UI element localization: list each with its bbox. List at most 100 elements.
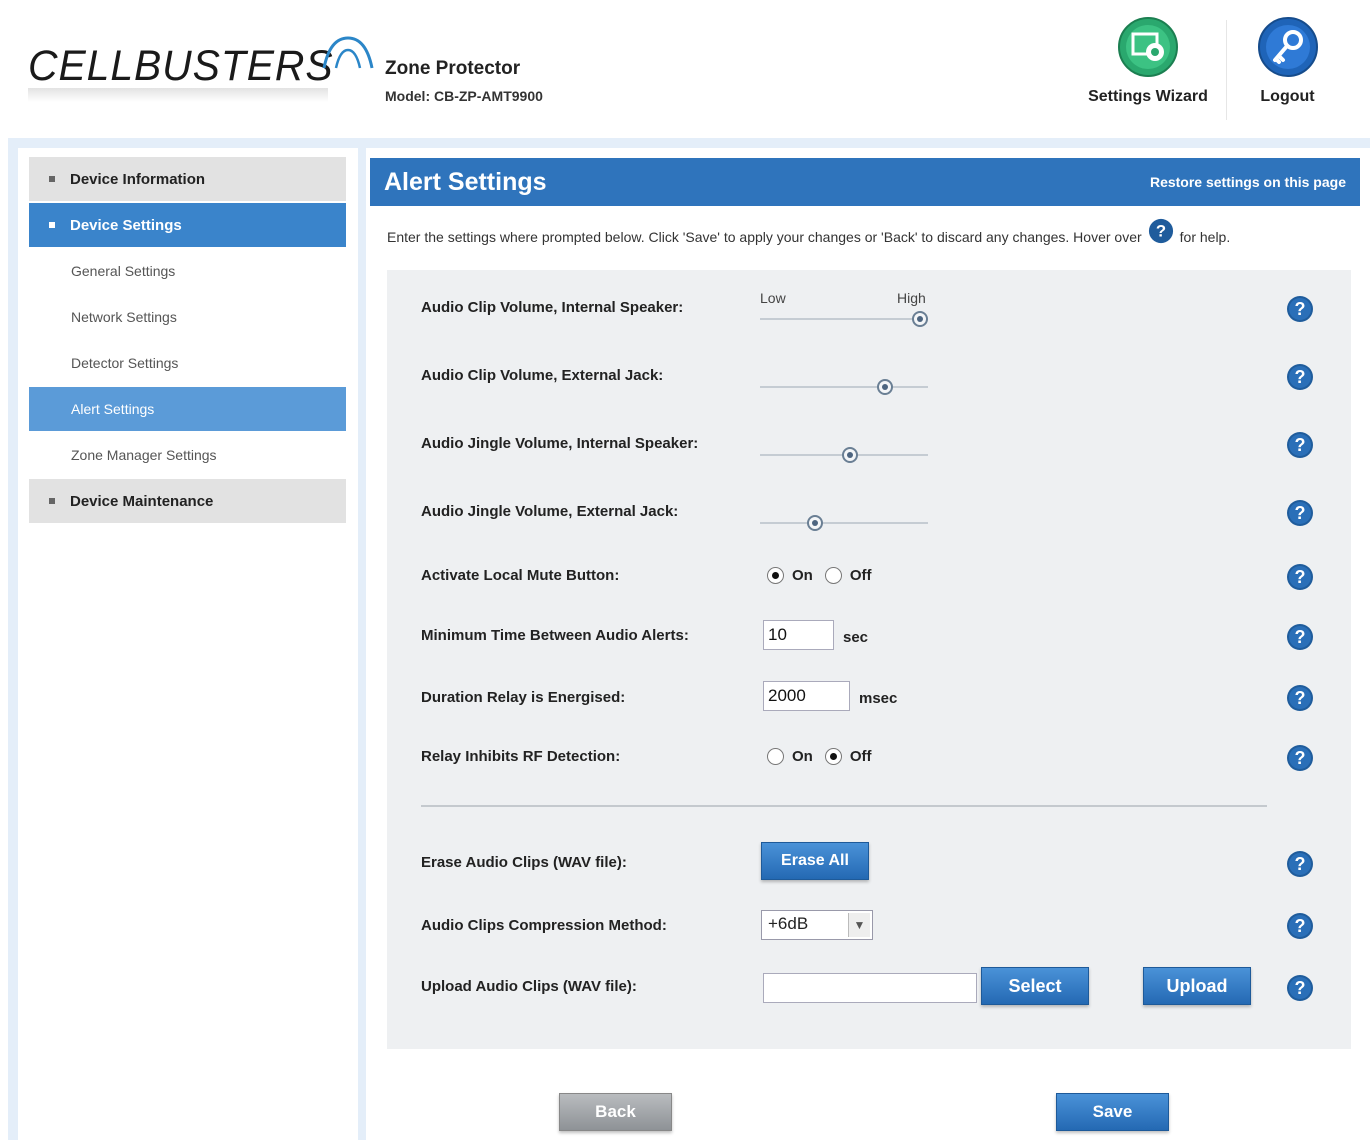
local-mute-radio-group: On Off: [767, 567, 884, 584]
svg-text:?: ?: [1295, 978, 1306, 998]
back-button[interactable]: Back: [559, 1093, 672, 1131]
logo-reflection: [28, 88, 328, 102]
relay-duration-unit: msec: [859, 690, 898, 707]
logout-label: Logout: [1260, 88, 1315, 105]
page-title-bar: Alert Settings Restore settings on this …: [370, 158, 1360, 206]
jingle-internal-slider[interactable]: [760, 447, 928, 463]
nav-alert-settings[interactable]: Alert Settings: [29, 387, 346, 431]
relay-duration-input[interactable]: [763, 681, 850, 711]
clip-internal-slider[interactable]: [760, 311, 928, 327]
relay-inhibits-label: Relay Inhibits RF Detection:: [421, 748, 621, 765]
question-mark-icon: ?: [1148, 218, 1174, 247]
jingle-internal-label: Audio Jingle Volume, Internal Speaker:: [421, 435, 699, 452]
question-mark-icon[interactable]: ?: [1286, 744, 1314, 772]
local-mute-off-option[interactable]: Off: [824, 567, 872, 584]
off-label: Off: [849, 748, 872, 765]
upload-button[interactable]: Upload: [1143, 967, 1251, 1005]
radio-off[interactable]: [824, 567, 842, 584]
product-model: Model: CB-ZP-AMT9900: [385, 88, 543, 104]
nav-detector-settings[interactable]: Detector Settings: [29, 341, 346, 385]
relay-inhibits-on-option[interactable]: On: [767, 748, 813, 765]
nav-label: Device Information: [70, 170, 206, 188]
question-mark-icon[interactable]: ?: [1286, 499, 1314, 527]
erase-all-button[interactable]: Erase All: [761, 842, 869, 880]
settings-wizard-button[interactable]: Settings Wizard: [1086, 12, 1210, 106]
on-label: On: [792, 567, 813, 584]
divider: [421, 805, 1267, 807]
header-separator: [1226, 20, 1227, 120]
settings-wizard-label: Settings Wizard: [1088, 88, 1208, 105]
nav-label: Zone Manager Settings: [71, 447, 217, 463]
signal-arcs-icon: [322, 36, 374, 69]
question-mark-icon[interactable]: ?: [1286, 363, 1314, 391]
question-mark-icon[interactable]: ?: [1286, 974, 1314, 1002]
jingle-external-label: Audio Jingle Volume, External Jack:: [421, 503, 679, 520]
svg-text:?: ?: [1295, 916, 1306, 936]
slider-knob[interactable]: [807, 515, 824, 531]
product-name: Zone Protector: [385, 58, 521, 79]
svg-text:?: ?: [1295, 627, 1306, 647]
local-mute-label: Activate Local Mute Button:: [421, 567, 620, 584]
restore-settings-link[interactable]: Restore settings on this page: [1150, 174, 1346, 190]
min-time-unit: sec: [843, 629, 869, 646]
logo-text: CELLBUSTERS: [28, 42, 334, 90]
relay-duration-label: Duration Relay is Energised:: [421, 689, 626, 706]
compression-label: Audio Clips Compression Method:: [421, 917, 667, 934]
nav-network-settings[interactable]: Network Settings: [29, 295, 346, 339]
radio-on[interactable]: [767, 748, 784, 765]
nav-label: General Settings: [71, 263, 176, 279]
local-mute-on-option[interactable]: On: [767, 567, 813, 584]
relay-inhibits-off-option[interactable]: Off: [824, 748, 872, 765]
jingle-external-slider[interactable]: [760, 515, 928, 531]
nav-zone-manager-settings[interactable]: Zone Manager Settings: [29, 433, 346, 477]
slider-knob[interactable]: [842, 447, 859, 463]
slider-knob[interactable]: [877, 379, 894, 395]
radio-on[interactable]: [767, 567, 784, 584]
compression-select[interactable]: +6dB ▼: [761, 910, 873, 940]
bullet-icon: [49, 176, 55, 182]
clip-external-slider[interactable]: [760, 379, 928, 395]
settings-gear-icon: [1118, 17, 1178, 77]
intro-text: Enter the settings where prompted below.…: [387, 218, 1231, 253]
save-button[interactable]: Save: [1056, 1093, 1169, 1131]
radio-off[interactable]: [824, 748, 842, 765]
question-mark-icon[interactable]: ?: [1286, 684, 1314, 712]
question-mark-icon[interactable]: ?: [1286, 431, 1314, 459]
nav-device-information[interactable]: Device Information: [29, 157, 346, 201]
nav-device-maintenance[interactable]: Device Maintenance: [29, 479, 346, 523]
svg-text:?: ?: [1295, 567, 1306, 587]
off-label: Off: [849, 567, 872, 584]
relay-inhibits-radio-group: On Off: [767, 748, 884, 765]
question-mark-icon[interactable]: ?: [1286, 295, 1314, 323]
nav-label: Network Settings: [71, 309, 177, 325]
svg-text:?: ?: [1295, 435, 1306, 455]
scale-high-label: High: [897, 290, 926, 306]
nav-label: Device Settings: [70, 216, 182, 234]
compression-value: +6dB: [768, 914, 809, 933]
erase-label: Erase Audio Clips (WAV file):: [421, 854, 627, 871]
svg-text:?: ?: [1295, 854, 1306, 874]
product-info: Zone Protector Model: CB-ZP-AMT9900: [385, 58, 543, 104]
question-mark-icon[interactable]: ?: [1286, 563, 1314, 591]
min-time-label: Minimum Time Between Audio Alerts:: [421, 627, 689, 644]
question-mark-icon[interactable]: ?: [1286, 623, 1314, 651]
page-title: Alert Settings: [384, 168, 547, 196]
header: CELLBUSTERS Zone Protector Model: CB-ZP-…: [0, 0, 1370, 135]
key-icon: [1257, 17, 1318, 77]
intro-after: for help.: [1179, 229, 1231, 246]
question-mark-icon[interactable]: ?: [1286, 850, 1314, 878]
nav-general-settings[interactable]: General Settings: [29, 249, 346, 293]
svg-text:?: ?: [1295, 748, 1306, 768]
upload-file-input[interactable]: [763, 973, 977, 1003]
intro-before: Enter the settings where prompted below.…: [387, 229, 1142, 246]
select-button[interactable]: Select: [981, 967, 1089, 1005]
question-mark-icon[interactable]: ?: [1286, 912, 1314, 940]
on-label: On: [792, 748, 813, 765]
upload-label: Upload Audio Clips (WAV file):: [421, 978, 637, 995]
svg-text:?: ?: [1295, 688, 1306, 708]
slider-knob[interactable]: [912, 311, 928, 327]
chevron-down-icon[interactable]: ▼: [848, 913, 870, 937]
min-time-input[interactable]: [763, 620, 834, 650]
logout-button[interactable]: Logout: [1250, 12, 1325, 106]
nav-device-settings[interactable]: Device Settings: [29, 203, 346, 247]
